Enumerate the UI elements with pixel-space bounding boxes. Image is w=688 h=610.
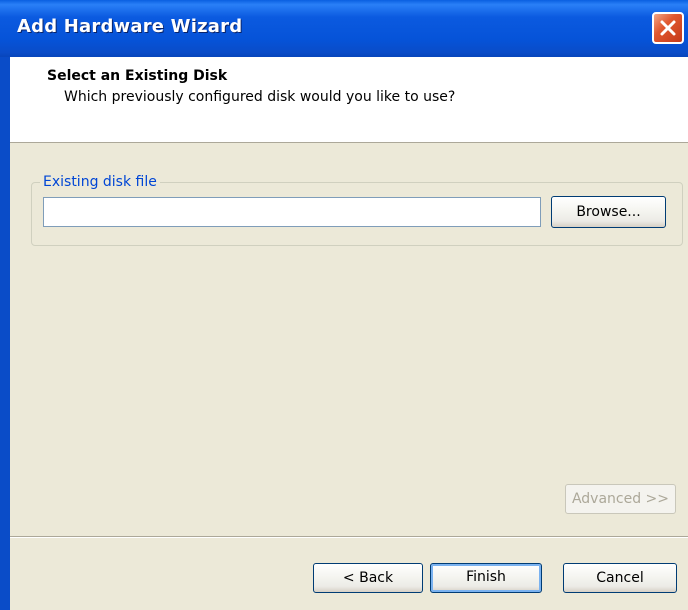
window-title: Add Hardware Wizard	[17, 16, 243, 37]
page-subtitle: Which previously configured disk would y…	[64, 89, 456, 105]
footer-divider	[10, 536, 688, 538]
browse-button[interactable]: Browse...	[551, 196, 666, 228]
close-button[interactable]	[652, 12, 684, 44]
advanced-button[interactable]: Advanced >>	[565, 484, 676, 514]
finish-button[interactable]: Finish	[430, 563, 542, 593]
add-hardware-wizard-window: Add Hardware Wizard Select an Existing D…	[0, 0, 688, 610]
window-left-border	[0, 57, 10, 610]
close-icon	[660, 20, 676, 36]
back-button[interactable]: < Back	[313, 563, 423, 593]
wizard-header: Select an Existing Disk Which previously…	[10, 57, 688, 143]
existing-disk-file-input[interactable]	[43, 197, 541, 227]
cancel-button[interactable]: Cancel	[563, 563, 677, 593]
title-bar[interactable]: Add Hardware Wizard	[0, 0, 688, 57]
page-title: Select an Existing Disk	[47, 68, 228, 84]
existing-disk-group-label: Existing disk file	[40, 174, 160, 190]
